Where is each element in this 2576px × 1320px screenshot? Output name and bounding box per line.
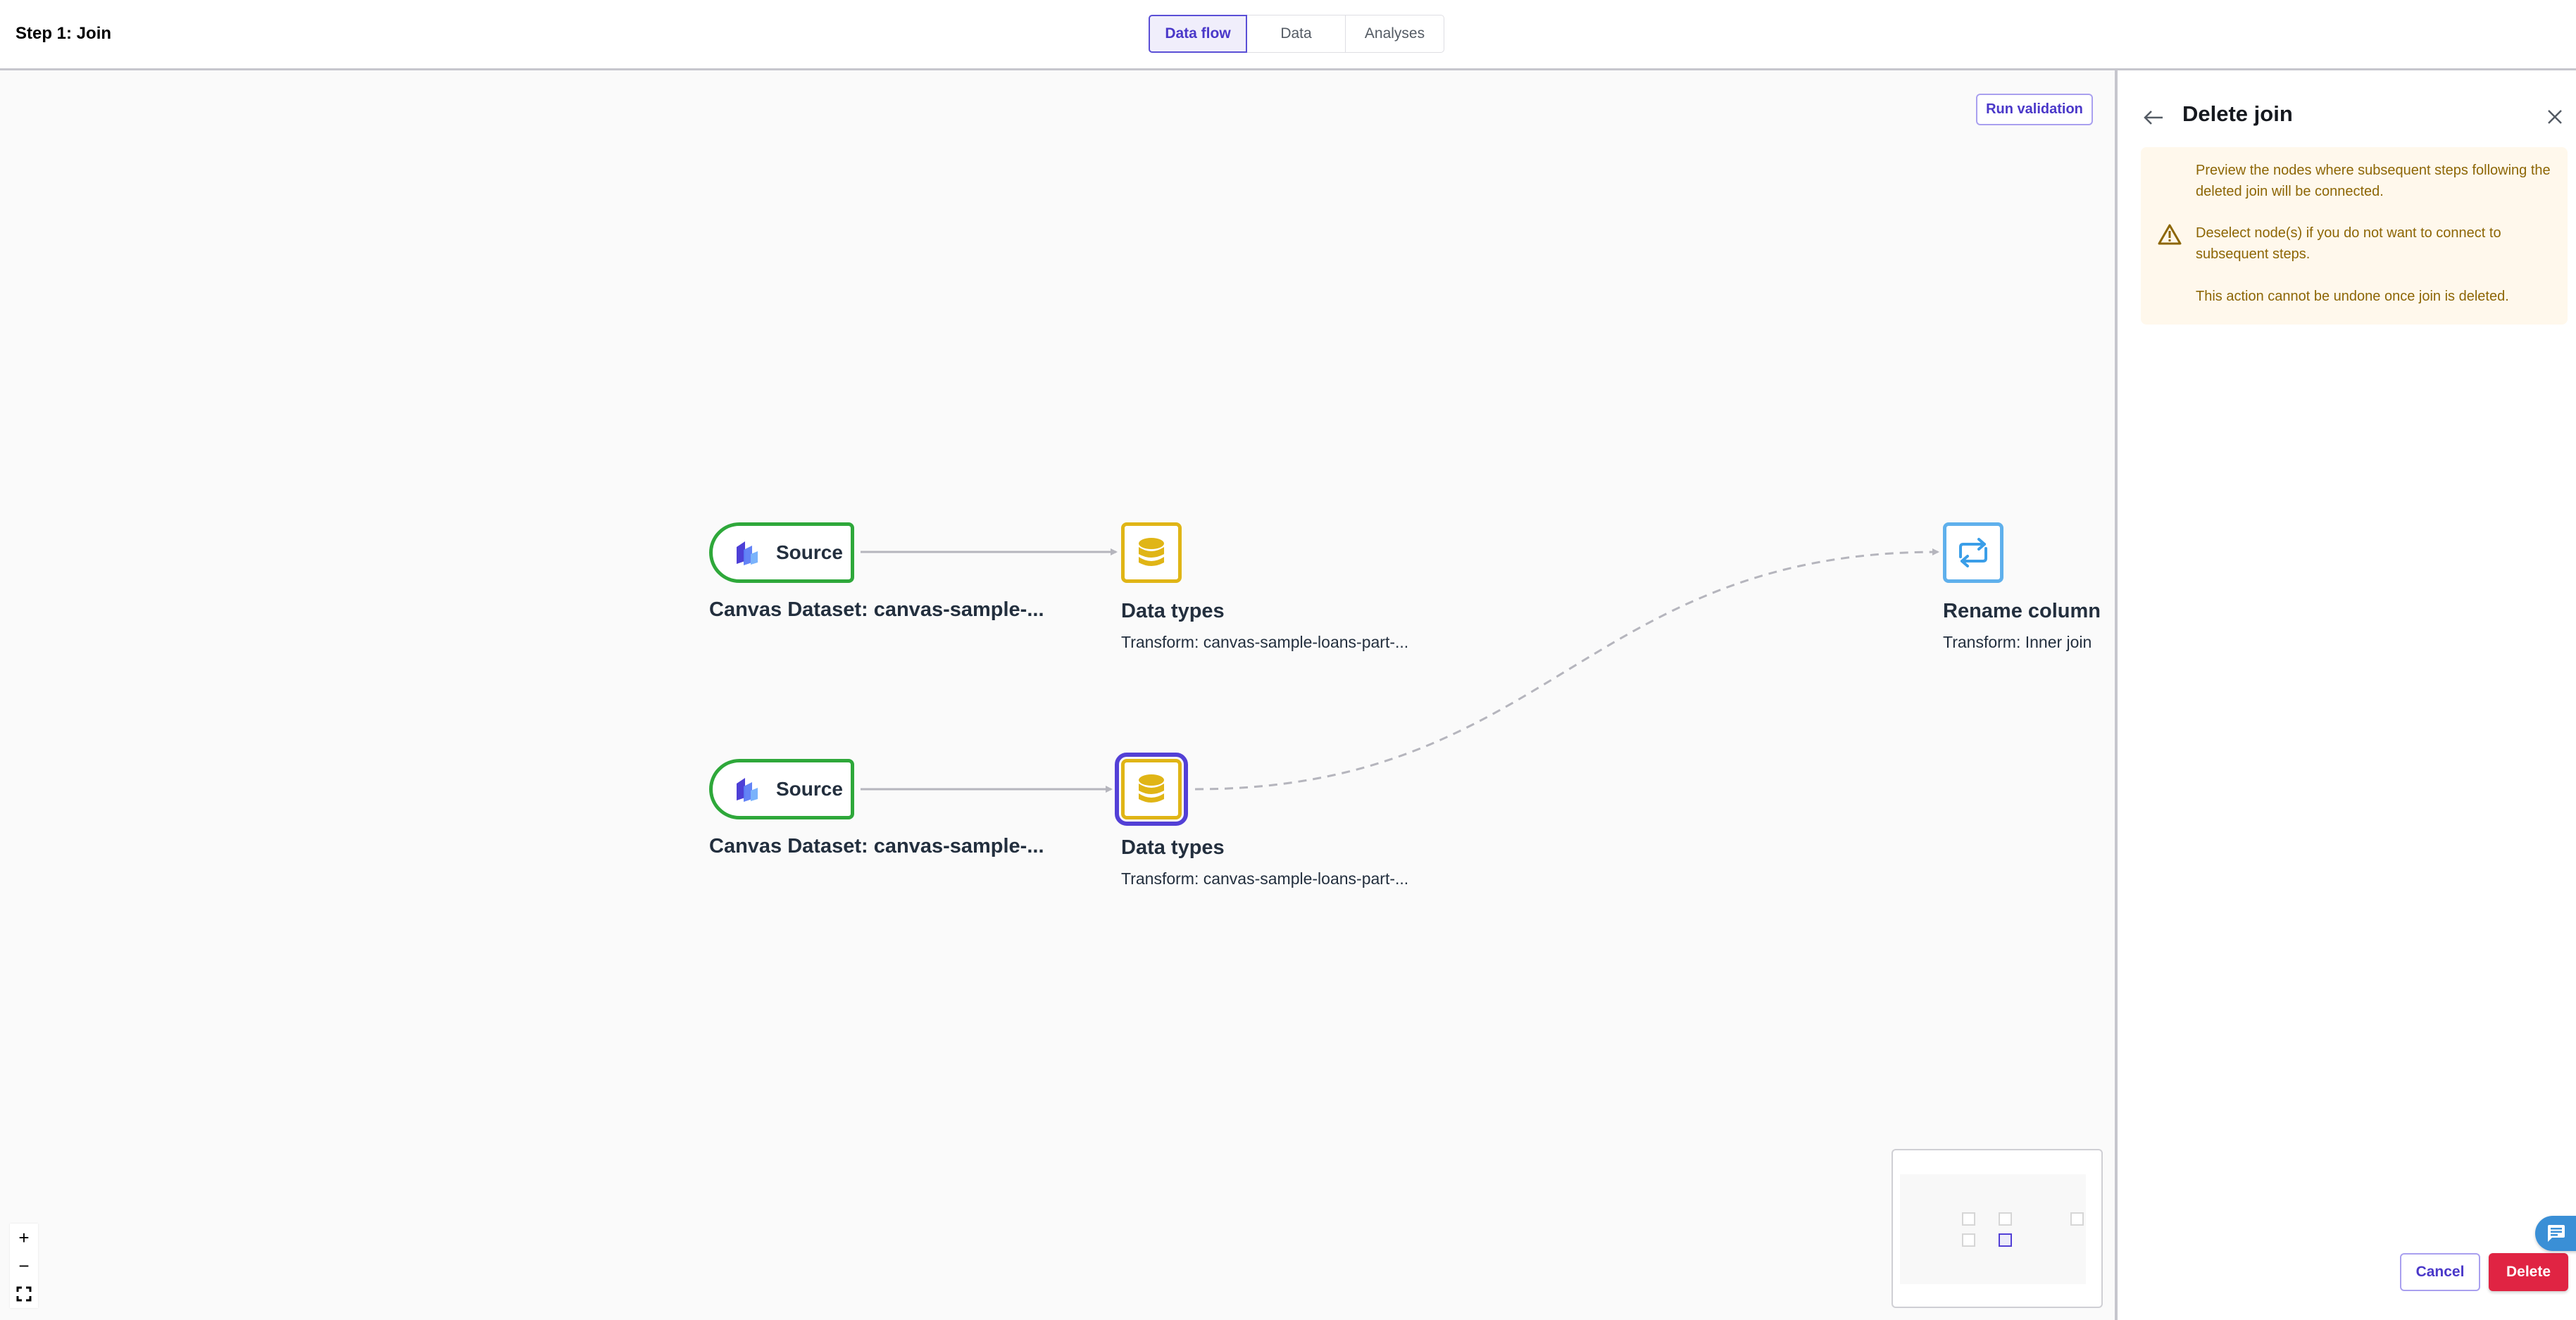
- warning-icon: [2158, 224, 2182, 245]
- data-types-node-1-title: Data types: [1121, 600, 1225, 622]
- close-button[interactable]: [2542, 104, 2568, 130]
- tab-analyses[interactable]: Analyses: [1346, 15, 1444, 52]
- fit-view-button[interactable]: [10, 1280, 38, 1308]
- source-node-2[interactable]: Source: [709, 759, 854, 819]
- fit-view-icon: [16, 1286, 32, 1302]
- rename-column-node-title: Rename column: [1943, 600, 2101, 622]
- canvas-dataset-icon: [737, 778, 758, 802]
- database-icon: [1139, 538, 1164, 566]
- database-icon: [1139, 774, 1164, 803]
- source-node-1[interactable]: Source: [709, 522, 854, 583]
- alert-text-irreversible: This action cannot be undone once join i…: [2196, 289, 2509, 304]
- minimap-node: [1999, 1212, 2012, 1226]
- data-types-node-2-title: Data types: [1121, 836, 1225, 859]
- minimap-node: [1962, 1212, 1975, 1226]
- data-types-node-1[interactable]: [1121, 522, 1182, 583]
- data-types-node-2-subtitle: Transform: canvas-sample-loans-part-...: [1121, 869, 1409, 888]
- feedback-chat-button[interactable]: [2535, 1216, 2576, 1251]
- source-node-2-title: Canvas Dataset: canvas-sample-...: [709, 835, 1044, 857]
- tab-data[interactable]: Data: [1247, 15, 1346, 52]
- rename-column-node-subtitle: Transform: Inner join: [1943, 633, 2092, 651]
- canvas-dataset-icon: [737, 541, 758, 565]
- zoom-in-button[interactable]: +: [10, 1224, 38, 1252]
- close-icon: [2548, 110, 2562, 124]
- warning-alert: Preview the nodes where subsequent steps…: [2141, 147, 2568, 325]
- minimap-node: [1962, 1233, 1975, 1247]
- rename-swap-icon: [1959, 538, 1987, 567]
- minimap-node: [2070, 1212, 2084, 1226]
- delete-button[interactable]: Delete: [2489, 1253, 2568, 1291]
- data-types-node-2[interactable]: [1115, 753, 1188, 826]
- top-header: Step 1: Join Data flow Data Analyses: [0, 0, 2576, 70]
- run-validation-button[interactable]: Run validation: [1976, 94, 2093, 125]
- rename-column-node[interactable]: [1943, 522, 2003, 583]
- minimap-viewport[interactable]: [1900, 1174, 2086, 1284]
- source-node-1-title: Canvas Dataset: canvas-sample-...: [709, 598, 1044, 621]
- alert-text-preview: Preview the nodes where subsequent steps…: [2196, 163, 2551, 199]
- zoom-out-button[interactable]: −: [10, 1252, 38, 1280]
- view-tabs: Data flow Data Analyses: [1149, 15, 1444, 53]
- minimap[interactable]: [1892, 1149, 2103, 1308]
- data-types-node-1-subtitle: Transform: canvas-sample-loans-part-...: [1121, 633, 1409, 651]
- source-node-label: Source: [776, 541, 843, 563]
- source-node-label: Source: [776, 778, 843, 800]
- arrow-left-icon: [2144, 111, 2163, 125]
- alert-text-deselect: Deselect node(s) if you do not want to c…: [2196, 225, 2501, 262]
- zoom-controls: + −: [10, 1224, 38, 1308]
- chat-icon: [2548, 1225, 2565, 1242]
- panel-title: Delete join: [2182, 101, 2293, 126]
- cancel-button[interactable]: Cancel: [2400, 1253, 2480, 1291]
- minimap-node-selected: [1999, 1233, 2012, 1247]
- page-title: Step 1: Join: [15, 24, 112, 43]
- tab-data-flow[interactable]: Data flow: [1149, 15, 1247, 53]
- back-button[interactable]: [2139, 106, 2168, 130]
- flow-canvas[interactable]: [0, 70, 2115, 1320]
